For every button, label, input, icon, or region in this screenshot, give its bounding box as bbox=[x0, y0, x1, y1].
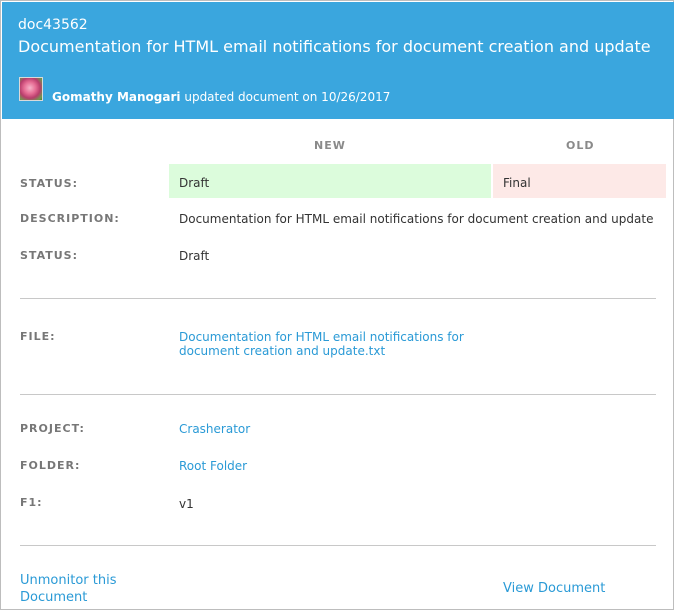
description-label: DESCRIPTION: bbox=[20, 212, 120, 225]
status-new-value: Draft bbox=[169, 164, 491, 198]
notification-card: doc43562 Documentation for HTML email no… bbox=[0, 0, 674, 610]
divider bbox=[20, 545, 656, 546]
folder-link[interactable]: Root Folder bbox=[179, 459, 247, 473]
divider bbox=[20, 298, 656, 299]
document-id: doc43562 bbox=[18, 17, 88, 33]
folder-label: FOLDER: bbox=[20, 459, 81, 472]
status-value: Draft bbox=[179, 249, 210, 263]
update-info: Gomathy Manogari updated document on 10/… bbox=[52, 90, 390, 104]
file-link[interactable]: Documentation for HTML email notificatio… bbox=[179, 330, 499, 358]
status-label: STATUS: bbox=[20, 249, 78, 262]
f1-label: F1: bbox=[20, 496, 43, 509]
description-value: Documentation for HTML email notificatio… bbox=[179, 212, 654, 226]
column-header-new: NEW bbox=[314, 139, 346, 152]
notification-header: doc43562 Documentation for HTML email no… bbox=[2, 2, 674, 119]
column-header-old: OLD bbox=[566, 139, 595, 152]
user-name: Gomathy Manogari bbox=[52, 90, 181, 104]
file-label: FILE: bbox=[20, 330, 56, 343]
divider bbox=[20, 394, 656, 395]
view-document-link[interactable]: View Document bbox=[503, 581, 605, 596]
status-old-value: Final bbox=[493, 164, 666, 198]
status-change-label: STATUS: bbox=[20, 177, 78, 190]
f1-value: v1 bbox=[179, 497, 194, 511]
update-action-text: updated document on 10/26/2017 bbox=[180, 90, 391, 104]
project-link[interactable]: Crasherator bbox=[179, 422, 250, 436]
user-avatar bbox=[19, 77, 43, 101]
project-label: PROJECT: bbox=[20, 422, 85, 435]
document-title: Documentation for HTML email notificatio… bbox=[18, 37, 651, 56]
unmonitor-link[interactable]: Unmonitor this Document bbox=[20, 572, 140, 606]
